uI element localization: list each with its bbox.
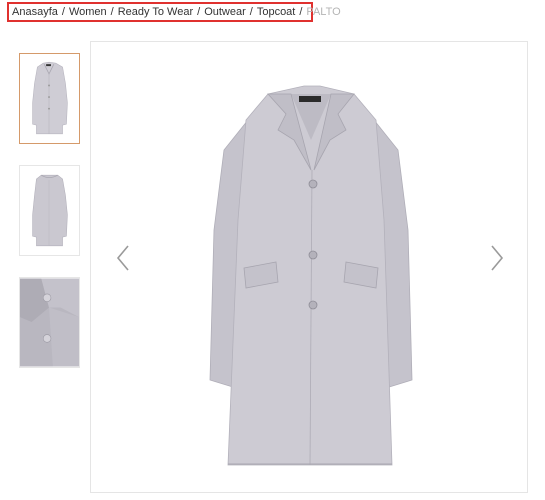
breadcrumb-separator: / xyxy=(299,6,303,18)
thumbnail-detail[interactable] xyxy=(19,277,80,368)
main-image-frame xyxy=(90,41,528,493)
breadcrumb-separator: / xyxy=(249,6,253,18)
breadcrumb-item-outwear[interactable]: Outwear xyxy=(204,6,246,18)
breadcrumb-separator: / xyxy=(197,6,201,18)
next-image-button[interactable] xyxy=(485,242,509,274)
previous-image-button[interactable] xyxy=(111,242,135,274)
breadcrumb-item-ready-to-wear[interactable]: Ready To Wear xyxy=(118,6,193,18)
thumbnail-back[interactable] xyxy=(19,165,80,256)
coat-back-thumbnail-image xyxy=(32,174,68,247)
main-product-image xyxy=(209,85,413,466)
breadcrumb-item-women[interactable]: Women xyxy=(69,6,107,18)
thumbnail-front[interactable] xyxy=(19,53,80,144)
chevron-left-icon xyxy=(116,245,129,271)
breadcrumb-separator: / xyxy=(61,6,65,18)
breadcrumb-separator: / xyxy=(110,6,114,18)
coat-front-thumbnail-image xyxy=(32,61,68,135)
breadcrumb: Anasayfa / Women / Ready To Wear / Outwe… xyxy=(7,2,341,22)
coat-detail-thumbnail-image xyxy=(20,278,79,367)
breadcrumb-current: PALTO xyxy=(306,6,341,18)
breadcrumb-item-topcoat[interactable]: Topcoat xyxy=(257,6,296,18)
chevron-right-icon xyxy=(491,245,504,271)
breadcrumb-item-home[interactable]: Anasayfa xyxy=(12,6,58,18)
